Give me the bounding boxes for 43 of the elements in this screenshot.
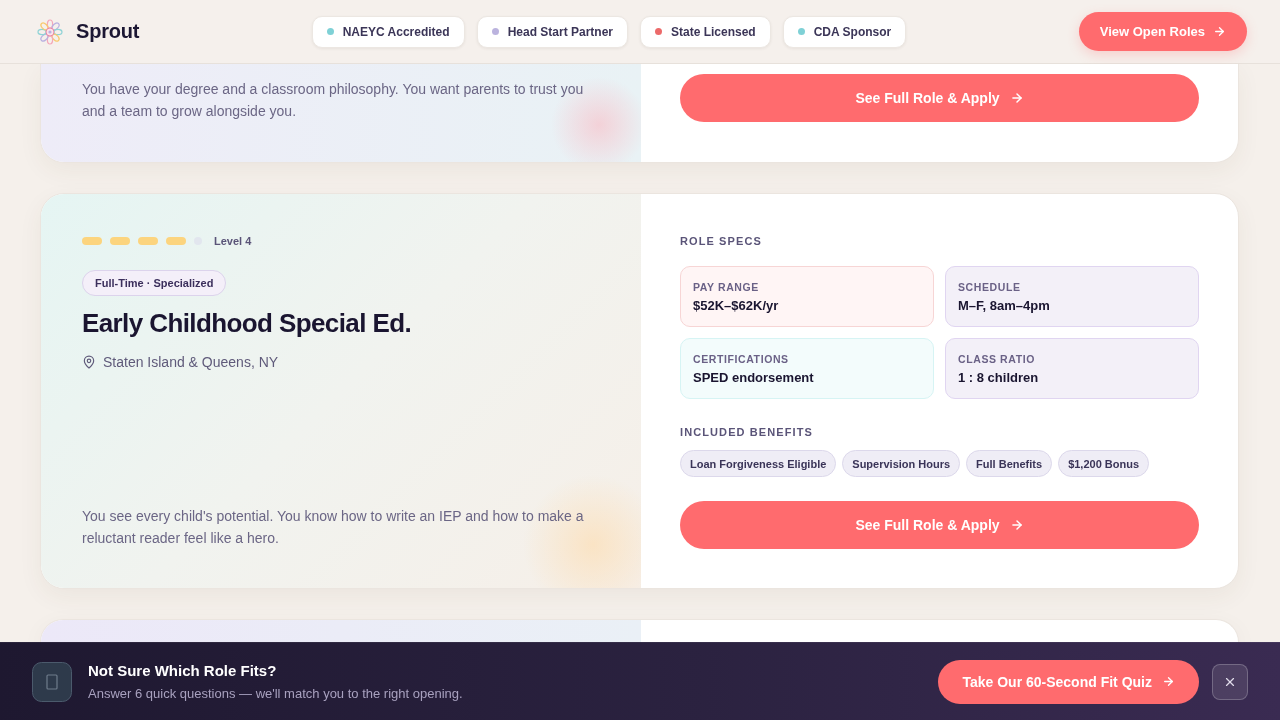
spec-value: 1 : 8 children	[958, 370, 1040, 386]
arrow-right-icon	[1213, 25, 1226, 38]
banner-title: Not Sure Which Role Fits?	[88, 660, 277, 681]
benefit-chip: $1,200 Bonus	[1058, 450, 1150, 477]
benefit-chip: Loan Forgiveness Eligible	[680, 450, 837, 477]
spec-label: SCHEDULE	[958, 280, 1022, 294]
flower-logo-icon	[37, 18, 63, 45]
view-roles-button[interactable]: View Open Roles	[1078, 12, 1247, 51]
benefit-chip: Supervision Hours	[842, 450, 961, 477]
quiz-button[interactable]: Take Our 60-Second Fit Quiz	[938, 659, 1199, 704]
job-description: You see every child's potential. You know how to write an IEP and how to make a reluctant reader feel like a hero.	[82, 507, 585, 548]
credential-label: State Licensed	[671, 24, 756, 39]
level-pip-icon	[166, 237, 186, 245]
credential-label: NAEYC Accredited	[342, 24, 450, 39]
job-description: You have your degree and a classroom philosophy. You want parents to trust you and a team to grow alongside you.	[82, 80, 585, 121]
benefit-chip: Full Benefits	[966, 450, 1053, 477]
level-pip-icon	[110, 237, 130, 245]
spec-value: $52K–$62K/yr	[693, 298, 780, 314]
level-pip-icon	[82, 237, 102, 245]
section-heading: INCLUDED BENEFITS	[680, 425, 814, 440]
close-button[interactable]	[1212, 663, 1248, 700]
banner-subtitle: Answer 6 quick questions — we'll match you to the right opening.	[88, 684, 463, 703]
arrow-right-icon	[1009, 518, 1024, 532]
spec-label: PAY RANGE	[693, 280, 760, 294]
credential-label: Head Start Partner	[507, 24, 613, 39]
spec-value: M–F, 8am–4pm	[958, 298, 1051, 314]
credential-label: CDA Sponsor	[813, 24, 892, 39]
spec-label: CLASS RATIO	[958, 352, 1036, 366]
square-tile-icon	[32, 661, 72, 702]
arrow-right-icon	[1162, 675, 1175, 688]
apply-button[interactable]: See Full Role & Apply	[680, 74, 1199, 122]
job-title: Early Childhood Special Ed.	[82, 307, 413, 339]
arrow-right-icon	[1009, 91, 1024, 105]
level-pip-icon	[138, 237, 158, 245]
spec-value: SPED endorsement	[693, 370, 815, 386]
spec-label: CERTIFICATIONS	[693, 352, 790, 366]
apply-button[interactable]: See Full Role & Apply	[680, 501, 1199, 549]
brand-name: Sprout	[76, 20, 140, 43]
level-label: Level 4	[214, 235, 252, 247]
employment-tag: Full-Time · Specialized	[82, 270, 227, 296]
location-pin-icon	[82, 355, 96, 369]
job-location: Staten Island & Queens, NY	[103, 353, 279, 372]
section-heading: ROLE SPECS	[680, 234, 763, 249]
